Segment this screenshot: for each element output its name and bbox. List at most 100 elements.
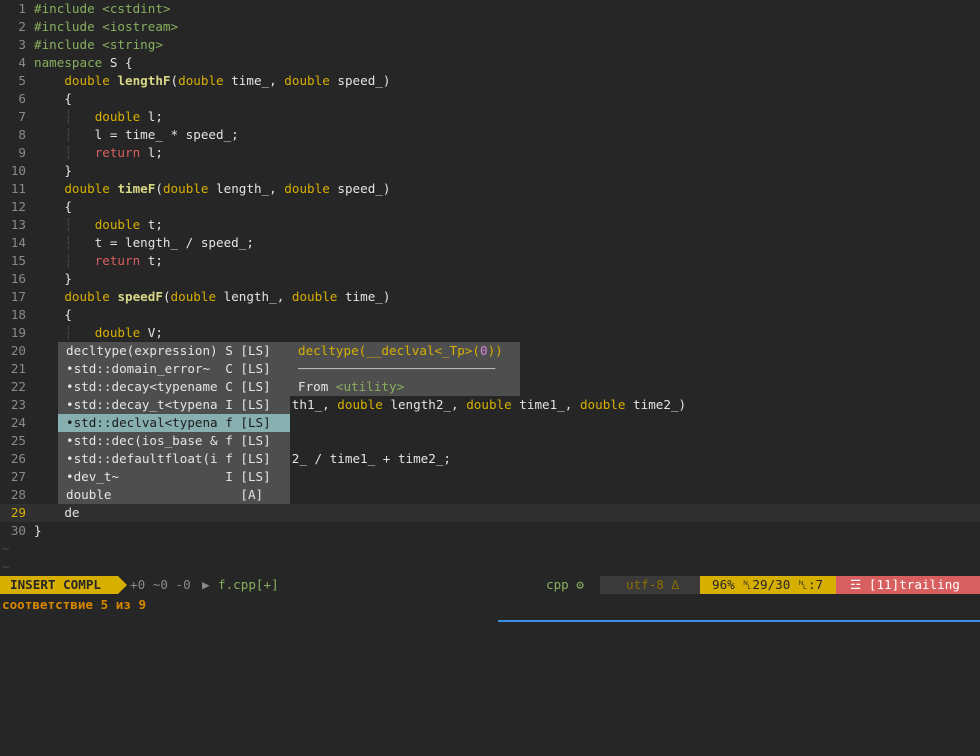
completion-item[interactable]: •std::declval<typena f [LS]	[58, 414, 290, 432]
code-token: length_,	[208, 181, 285, 196]
file-name: f.cpp[+]	[218, 577, 279, 592]
code-line[interactable]: 13 ┆ double t;	[0, 216, 980, 234]
code-token: time_)	[337, 289, 391, 304]
line-number: 10	[10, 163, 26, 178]
completion-item[interactable]: •std::domain_error~ C [LS]	[58, 360, 290, 378]
status-line: INSERT COMPL +0 ~0 -0 ▶ f.cpp[+] cpp ⚙ u…	[0, 576, 980, 594]
line-number: 9	[18, 145, 26, 160]
line-number: 22	[10, 379, 26, 394]
line-number: 2	[18, 19, 26, 34]
code-line[interactable]: 16 }	[0, 270, 980, 288]
line-number: 8	[18, 127, 26, 142]
code-token: (	[155, 181, 163, 196]
mode-indicator: INSERT COMPL	[0, 576, 118, 594]
code-line[interactable]: 17 double speedF(double length_, double …	[0, 288, 980, 306]
completion-popup[interactable]: decltype(expression) S [LS] •std::domain_…	[58, 342, 290, 504]
code-token: l = time_ * speed_;	[71, 127, 239, 142]
code-token: double	[162, 181, 209, 196]
code-token: return	[94, 253, 141, 268]
code-line[interactable]: 3 #include <string>	[0, 36, 980, 54]
code-token: #include <iostream>	[34, 19, 179, 34]
completion-item[interactable]: •std::defaultfloat(i f [LS]	[58, 450, 290, 468]
code-line[interactable]: 2 #include <iostream>	[0, 18, 980, 36]
line-number: 23	[10, 397, 26, 412]
cursor-position: 96% ␤29/30 ␤:7	[700, 576, 836, 594]
code-line[interactable]: 7 ┆ double l;	[0, 108, 980, 126]
completion-item[interactable]: •std::decay_t<typena I [LS]	[58, 396, 290, 414]
completion-item[interactable]: •std::dec(ios_base & f [LS]	[58, 432, 290, 450]
line-number: 6	[18, 91, 26, 106]
message-line: соответствие 5 из 9	[2, 597, 147, 612]
code-line[interactable]: 10 }	[0, 162, 980, 180]
code-token: double	[178, 73, 224, 88]
code-line[interactable]: 29 de	[0, 504, 980, 522]
code-line[interactable]: 15 ┆ return t;	[0, 252, 980, 270]
code-token: namespace	[34, 55, 103, 70]
code-line[interactable]: 12 {	[0, 198, 980, 216]
line-number: 20	[10, 343, 26, 358]
line-number: 30	[10, 523, 26, 538]
empty-line-marker: ~	[2, 541, 10, 556]
completion-item[interactable]: decltype(expression) S [LS]	[58, 342, 290, 360]
line-number: 29	[10, 505, 26, 520]
line-number: 3	[18, 37, 26, 52]
empty-line-marker: ~	[2, 559, 10, 574]
code-token: double	[337, 397, 383, 412]
code-line[interactable]: 14 ┆ t = length_ / speed_;	[0, 234, 980, 252]
code-line[interactable]: 18 {	[0, 306, 980, 324]
completion-item[interactable]: •dev_t~ I [LS]	[58, 468, 290, 486]
line-number: 15	[10, 253, 26, 268]
code-token: speed_)	[329, 181, 391, 196]
indent-guide-icon: ┆	[64, 253, 72, 268]
line-number: 26	[10, 451, 26, 466]
code-line[interactable]: 1 #include <cstdint>	[0, 0, 980, 18]
code-line[interactable]: 9 ┆ return l;	[0, 144, 980, 162]
line-number: 28	[10, 487, 26, 502]
line-number: 12	[10, 199, 26, 214]
code-token: double	[94, 217, 141, 232]
code-token: speedF	[117, 289, 163, 304]
line-number: 11	[10, 181, 26, 196]
code-token: double	[64, 289, 110, 304]
code-token: double	[579, 397, 626, 412]
code-line[interactable]: 5 double lengthF(double time_, double sp…	[0, 72, 980, 90]
completion-item[interactable]: double [A]	[58, 486, 290, 504]
code-token: #include <cstdint>	[34, 1, 171, 16]
code-line[interactable]: 8 ┆ l = time_ * speed_;	[0, 126, 980, 144]
code-line[interactable]: 19 ┆ double V;	[0, 324, 980, 342]
completion-item[interactable]: •std::decay<typename C [LS]	[58, 378, 290, 396]
code-line[interactable]: 6 {	[0, 90, 980, 108]
line-number: 4	[18, 55, 26, 70]
code-token: timeF	[117, 181, 156, 196]
line-number: 13	[10, 217, 26, 232]
line-number: 25	[10, 433, 26, 448]
preview-source: From <utility>	[298, 379, 405, 394]
code-line[interactable]: 11 double timeF(double length_, double s…	[0, 180, 980, 198]
code-token: double	[466, 397, 512, 412]
line-number: 27	[10, 469, 26, 484]
code-token: double	[170, 289, 217, 304]
code-token: double	[284, 73, 330, 88]
code-token: {	[34, 199, 72, 214]
code-token: {	[34, 91, 72, 106]
code-token: }	[34, 523, 42, 538]
code-token: double	[291, 289, 338, 304]
indent-guide-icon: ┆	[64, 235, 72, 250]
code-token: S {	[102, 55, 133, 70]
separator-arrow-icon: ▶	[202, 577, 210, 592]
code-line[interactable]: 4 namespace S {	[0, 54, 980, 72]
code-token: double	[64, 181, 110, 196]
file-type: cpp ⚙	[546, 577, 584, 592]
code-line[interactable]: 30}	[0, 522, 980, 540]
code-token: double	[94, 109, 141, 124]
indent-guide-icon: ┆	[64, 127, 72, 142]
code-token: double	[284, 181, 330, 196]
window-edge	[498, 620, 980, 622]
code-token: length2_,	[382, 397, 467, 412]
